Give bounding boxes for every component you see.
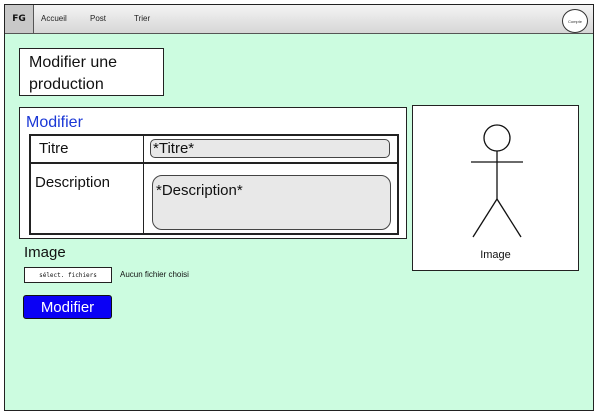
image-upload-label: Image bbox=[24, 244, 66, 261]
person-icon bbox=[471, 124, 523, 238]
nav-link-trier[interactable]: Trier bbox=[134, 14, 150, 23]
image-preview: Image bbox=[412, 105, 579, 271]
title-label: Titre bbox=[39, 140, 69, 157]
form-heading: Modifier bbox=[26, 114, 83, 131]
preview-caption: Image bbox=[480, 249, 511, 261]
description-textarea[interactable]: *Description* bbox=[152, 175, 391, 230]
account-avatar[interactable]: Compte bbox=[562, 9, 588, 33]
column-divider bbox=[143, 136, 144, 233]
submit-button[interactable]: Modifier bbox=[23, 295, 112, 319]
file-status: Aucun fichier choisi bbox=[120, 270, 189, 279]
title-input[interactable]: *Titre* bbox=[150, 139, 390, 158]
choose-file-button[interactable]: sélect. fichiers bbox=[24, 267, 112, 283]
app-frame: FG Accueil Post Trier Compte Modifier un… bbox=[4, 4, 594, 411]
page-title: Modifier une production bbox=[19, 48, 164, 96]
logo[interactable]: FG bbox=[5, 5, 34, 33]
nav-link-accueil[interactable]: Accueil bbox=[41, 14, 67, 23]
description-label: Description bbox=[35, 174, 111, 191]
form-table: Titre *Titre* Description *Description* bbox=[29, 134, 399, 235]
row-divider bbox=[31, 162, 397, 164]
navbar: FG Accueil Post Trier Compte bbox=[5, 5, 593, 34]
nav-link-post[interactable]: Post bbox=[90, 14, 106, 23]
edit-form-panel: Modifier Titre *Titre* Description *Desc… bbox=[19, 107, 407, 239]
